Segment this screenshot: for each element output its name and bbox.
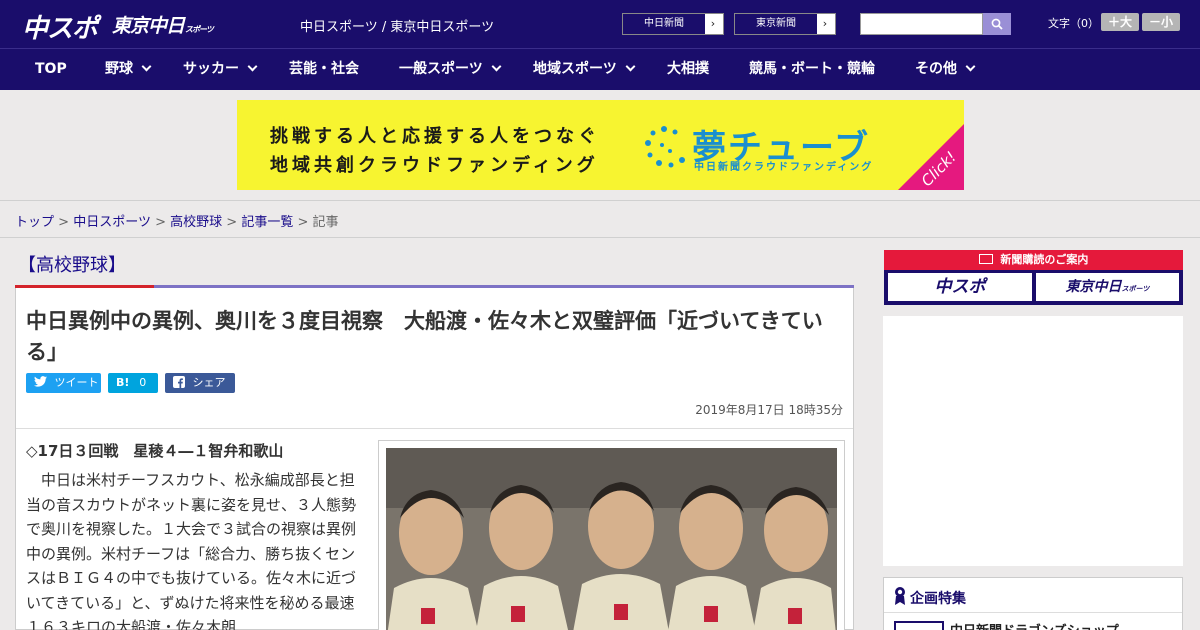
search-button[interactable] [983, 13, 1011, 35]
facebook-label: シェア [192, 376, 226, 389]
font-larger-button[interactable]: ＋大 [1101, 13, 1139, 31]
hatena-bookmark-button[interactable]: B! 0 [108, 373, 158, 393]
nav-general-sports[interactable]: 一般スポーツ [399, 49, 502, 91]
main-nav: TOP 野球 サッカー 芸能・社会 一般スポーツ 地域スポーツ 大相撲 競馬・ボ… [0, 48, 1200, 90]
breadcrumb-top[interactable]: トップ [15, 215, 54, 230]
chevron-down-icon [141, 61, 152, 72]
breadcrumb-koukou-yakyu[interactable]: 高校野球 [170, 215, 222, 230]
chuspo-logo[interactable]: 中スポ [22, 8, 98, 45]
banner-line2: 地域共創クラウドファンディング [270, 155, 599, 176]
breadcrumb-current: 記事 [312, 215, 339, 230]
chevron-down-icon [247, 61, 258, 72]
breadcrumb-chuspo[interactable]: 中日スポーツ [73, 215, 151, 230]
font-size-label: 文字（0） [1048, 17, 1099, 30]
article-category[interactable]: 【高校野球】 [18, 251, 126, 277]
nav-label: その他 [915, 61, 957, 77]
twitter-icon [34, 376, 47, 387]
breadcrumb-separator: > [226, 215, 238, 230]
breadcrumb-article-list[interactable]: 記事一覧 [241, 215, 293, 230]
chunichi-shimbun-label: 中日新聞 [623, 14, 705, 34]
nav-label: 芸能・社会 [289, 61, 359, 77]
tokyo-chunichi-logo[interactable]: 東京中日スポーツ [112, 11, 214, 38]
search-input[interactable] [860, 13, 983, 35]
nav-label: TOP [35, 61, 67, 77]
newspaper-icon [978, 254, 993, 264]
ribbon-icon [895, 587, 905, 605]
hatena-icon: B! [116, 376, 130, 389]
nav-sumo[interactable]: 大相撲 [667, 49, 709, 91]
search-icon [991, 18, 1003, 30]
facebook-icon [173, 376, 185, 388]
article-body: 中日は米村チーフスカウト、松永編成部長と担当の音スカウトがネット裏に姿を見せ、３… [26, 471, 357, 630]
tweet-button[interactable]: ツイート [26, 373, 101, 393]
subscribe-chuspo-button[interactable]: 中スポ [888, 273, 1032, 301]
nav-label: 競馬・ボート・競輪 [749, 61, 875, 77]
nav-local-sports[interactable]: 地域スポーツ [533, 49, 636, 91]
shop-icon [894, 621, 944, 630]
chevron-down-icon [491, 61, 502, 72]
article-card: 中日異例中の異例、奥川を３度目視察 大船渡・佐々木と双璧評価「近づいてきている」… [15, 288, 854, 630]
article-date: 2019年8月17日 18時35分 [695, 403, 843, 417]
banner-brand-sub: 中日新聞クラウドファンディング [694, 162, 874, 173]
players-photo-image [386, 448, 837, 630]
chunichi-shimbun-link[interactable]: 中日新聞 › [622, 13, 724, 35]
nav-soccer[interactable]: サッカー [183, 49, 258, 91]
subscribe-tokyo-button[interactable]: 東京中日スポーツ [1036, 273, 1179, 301]
subscribe-tokyo-sub: スポーツ [1121, 285, 1150, 293]
top-header: 中スポ 東京中日スポーツ 中日スポーツ / 東京中日スポーツ 中日新聞 › 東京… [0, 0, 1200, 48]
chevron-down-icon [965, 61, 976, 72]
nav-racing[interactable]: 競馬・ボート・競輪 [749, 49, 875, 91]
tokyo-logo-text: 東京中日 [112, 15, 185, 37]
article-divider [16, 428, 853, 429]
nav-label: 野球 [105, 61, 133, 77]
banner-line1: 挑戦する人と応援する人をつなぐ [270, 126, 600, 147]
chevron-down-icon [625, 61, 636, 72]
article-headline: 中日異例中の異例、奥川を３度目視察 大船渡・佐々木と双璧評価「近づいてきている」 [26, 309, 823, 364]
feature-divider [884, 612, 1182, 613]
article-photo-frame[interactable] [378, 440, 845, 630]
tokyo-shimbun-link[interactable]: 東京新聞 › [734, 13, 836, 35]
breadcrumb-separator: > [58, 215, 70, 230]
nav-top[interactable]: TOP [35, 49, 67, 91]
subscribe-tokyo-label: 東京中日 [1065, 279, 1122, 295]
dots-circle-icon [645, 126, 685, 168]
tweet-label: ツイート [54, 376, 99, 389]
feature-title: 企画特集 [910, 591, 966, 607]
subscription-header: 新聞購読のご案内 [884, 250, 1183, 270]
breadcrumb-separator: > [155, 215, 166, 230]
feature-box: 企画特集 中日新聞ドラゴンズショップ [883, 577, 1183, 630]
font-smaller-button[interactable]: －小 [1142, 13, 1180, 31]
nav-label: 大相撲 [667, 61, 709, 77]
subscription-box: 新聞購読のご案内 中スポ 東京中日スポーツ [884, 250, 1183, 305]
facebook-count: 0 [176, 396, 183, 409]
sidebar-ad[interactable] [883, 316, 1183, 566]
breadcrumb: トップ > 中日スポーツ > 高校野球 > 記事一覧 > 記事 [15, 211, 339, 230]
crowdfunding-banner[interactable]: 挑戦する人と応援する人をつなぐ 地域共創クラウドファンディング 夢チューブ 中日… [237, 100, 964, 190]
article-photo[interactable] [386, 448, 837, 630]
facebook-share-button[interactable]: シェア 0 [165, 373, 235, 409]
nav-label: 地域スポーツ [533, 61, 617, 77]
feature-item-dragons-shop[interactable]: 中日新聞ドラゴンズショップ [950, 620, 1119, 630]
tokyo-logo-sub: スポーツ [185, 25, 214, 34]
nav-baseball[interactable]: 野球 [105, 49, 152, 91]
nav-others[interactable]: その他 [915, 49, 976, 91]
nav-label: サッカー [183, 61, 239, 77]
game-result-subhead: ◇17日３回戦 星稜４―１智弁和歌山 [26, 442, 284, 460]
chevron-right-icon: › [710, 17, 716, 30]
nav-entertainment[interactable]: 芸能・社会 [289, 49, 359, 91]
nav-label: 一般スポーツ [399, 61, 483, 77]
subscription-title: 新聞購読のご案内 [1000, 253, 1089, 266]
breadcrumb-separator: > [297, 215, 309, 230]
chevron-right-icon: › [822, 17, 828, 30]
breadcrumb-bar: トップ > 中日スポーツ > 高校野球 > 記事一覧 > 記事 [0, 200, 1200, 238]
hatena-count: 0 [139, 376, 147, 389]
site-title: 中日スポーツ / 東京中日スポーツ [300, 20, 495, 35]
tokyo-shimbun-label: 東京新聞 [735, 14, 817, 34]
